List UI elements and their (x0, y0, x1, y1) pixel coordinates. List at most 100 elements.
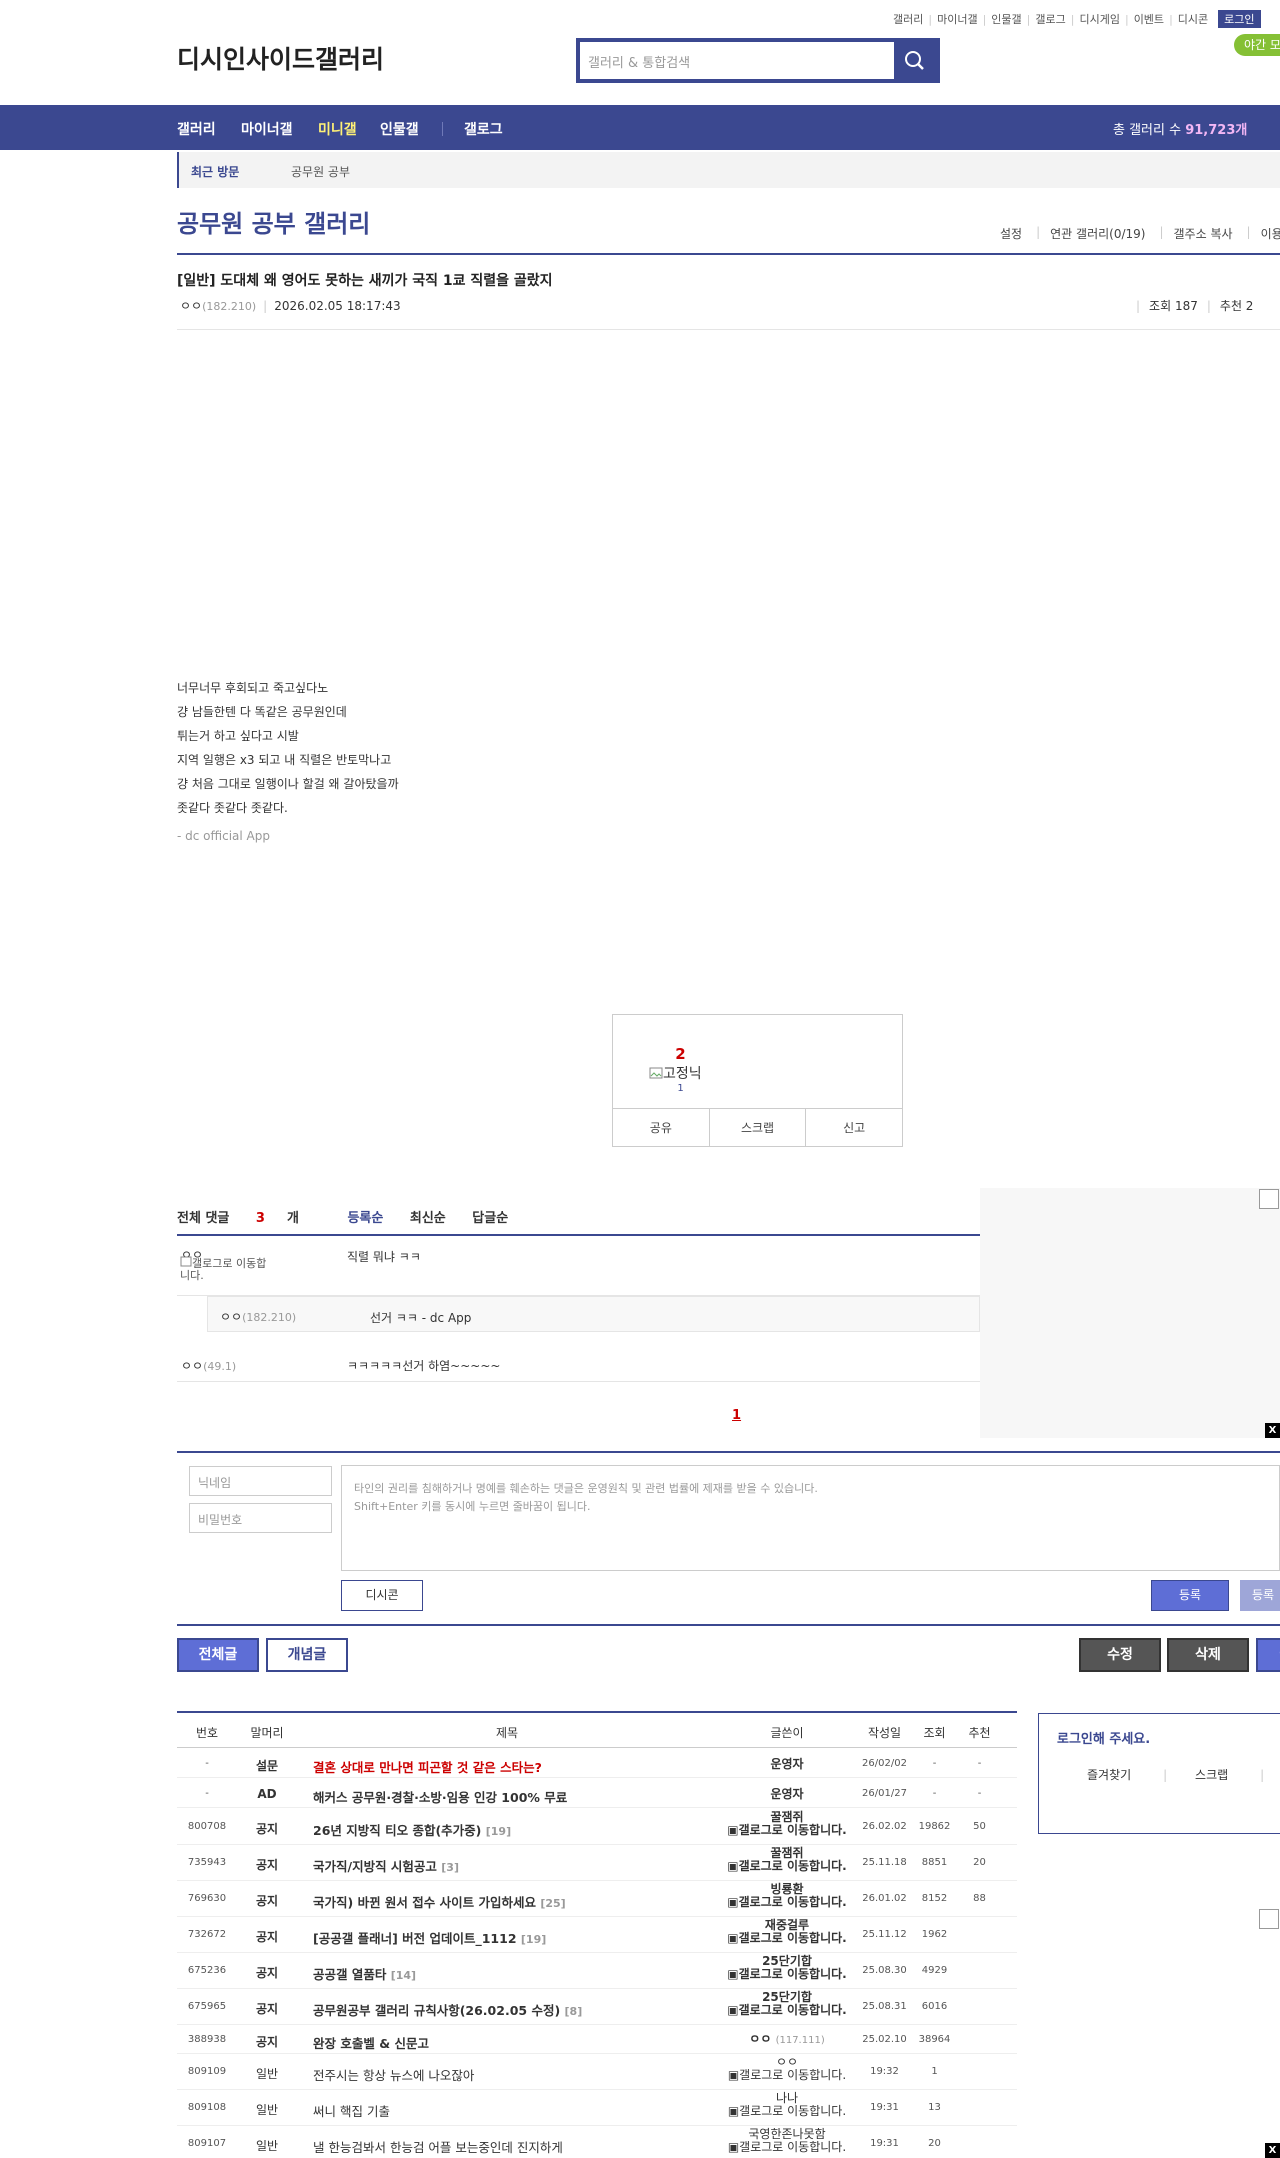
top-link-gallery[interactable]: 갤러리 (893, 11, 923, 27)
post-link[interactable]: 국가직) 바뀐 원서 접수 사이트 가입하세요 [25] (313, 1892, 566, 1911)
comment-textarea[interactable]: 타인의 권리를 침해하거나 명예를 훼손하는 댓글은 운영원칙 및 관련 법률에… (341, 1465, 1280, 1571)
login-button[interactable]: 로그인 (1218, 10, 1261, 28)
report-button[interactable]: 신고 (806, 1109, 902, 1146)
post-link[interactable]: 결혼 상대로 만나면 피곤할 것 같은 스타는? (313, 1757, 542, 1776)
concept-posts-button[interactable]: 개념글 (266, 1638, 348, 1672)
reply-writer[interactable]: ㅇㅇ(182.210) (220, 1308, 296, 1325)
search-button[interactable] (894, 42, 936, 79)
post-writer: ㅇㅇ(182.210) | 2026.02.05 18:17:43 (180, 299, 401, 313)
table-row[interactable]: - AD 해커스 공무원·경찰·소방·임용 인강 100% 무료 운영자 26/… (177, 1779, 1017, 1808)
scrap-link[interactable]: 스크랩 (1195, 1768, 1228, 1782)
top-links: 갤러리 | 마이너갤 | 인물갤 | 갤로그 | 디시게임 | 이벤트 | 디시콘 로그인 (893, 10, 1261, 28)
post-link[interactable]: 전주시는 항상 뉴스에 나오잖아 (313, 2065, 474, 2084)
post-link[interactable]: 해커스 공무원·경찰·소방·임용 인강 100% 무료 (313, 1787, 567, 1806)
comment-register-reply-button[interactable]: 등록 (1240, 1580, 1280, 1611)
table-row[interactable]: 732672 공지 [공공갤 플래너] 버전 업데이트_1112 [19] 재중… (177, 1917, 1017, 1953)
main-nav: 갤러리 마이너갤 미니갤 인물갤 갤로그 총 갤러리 수 91,723개 (0, 105, 1280, 150)
table-row[interactable]: 675236 공지 공공갤 열품타 [14] 25단기합 ▣갤로그로 이동합니다.… (177, 1953, 1017, 1989)
top-link-game[interactable]: 디시게임 (1079, 11, 1119, 27)
writer-cell[interactable]: 25단기합 ▣갤로그로 이동합니다. (717, 1991, 857, 2017)
writer-cell[interactable]: 꿀잼쥐 ▣갤로그로 이동합니다. (717, 1847, 857, 1873)
post-link[interactable]: [공공갤 플래너] 버전 업데이트_1112 [19] (313, 1928, 546, 1947)
sort-reply[interactable]: 답글순 (472, 1211, 508, 1226)
share-button[interactable]: 공유 (613, 1109, 710, 1146)
comment-item: ㅇㅇ 갤로그로 이동합니다. 직렬 뭐냐 ㅋㅋ (177, 1236, 980, 1296)
gallery-title[interactable]: 공무원 공부 갤러리 (177, 204, 370, 239)
site-logo[interactable]: 디시인사이드갤러리 (177, 40, 384, 76)
top-link-gallog[interactable]: 갤로그 (1035, 11, 1065, 27)
gallery-usage[interactable]: 이용 (1261, 225, 1280, 242)
nav-mini[interactable]: 미니갤 (318, 119, 357, 139)
ad-close-button[interactable]: X (1265, 2143, 1280, 2158)
table-row[interactable]: 388938 공지 완장 호출벨 & 신문고 ㅇㅇ (117.111) 25.0… (177, 2025, 1017, 2054)
broken-image-icon (180, 1256, 192, 1267)
post-link[interactable]: 낼 한능검봐서 한능검 어플 보는중인데 진지하게 (313, 2137, 563, 2156)
post-date: 2026.02.05 18:17:43 (274, 299, 401, 313)
recent-item[interactable]: 공무원 공부 (291, 163, 350, 180)
delete-button[interactable]: 삭제 (1167, 1638, 1249, 1672)
writer-cell[interactable]: 국영한존나못함 ▣갤로그로 이동합니다. (717, 2128, 857, 2154)
writer-cell[interactable]: 25단기합 ▣갤로그로 이동합니다. (717, 1955, 857, 1981)
post-link[interactable]: 공공갤 열품타 [14] (313, 1964, 416, 1983)
table-row[interactable]: 735943 공지 국가직/지방직 시험공고 [3] 꿀잼쥐 ▣갤로그로 이동합니… (177, 1845, 1017, 1881)
related-galleries[interactable]: 연관 갤러리(0/19) (1050, 225, 1145, 242)
table-row[interactable]: 675965 공지 공무원공부 갤러리 규칙사항(26.02.05 수정) [8… (177, 1989, 1017, 2025)
writer-cell[interactable]: 재중걸루 ▣갤로그로 이동합니다. (717, 1919, 857, 1945)
edit-button[interactable]: 수정 (1079, 1638, 1161, 1672)
ad-close-button[interactable]: X (1265, 1423, 1280, 1438)
post-link[interactable]: 써니 핵집 기출 (313, 2101, 390, 2120)
nav-person[interactable]: 인물갤 (380, 119, 419, 139)
broken-image-icon (649, 1067, 663, 1079)
top-link-event[interactable]: 이벤트 (1134, 11, 1164, 27)
write-button[interactable]: 글 (1256, 1638, 1280, 1672)
search-input[interactable]: 갤러리 & 통합검색 (580, 42, 894, 79)
sort-register[interactable]: 등록순 (347, 1211, 383, 1226)
table-row[interactable]: - 설문 결혼 상대로 만나면 피곤할 것 같은 스타는? 운영자 26/02/… (177, 1749, 1017, 1778)
comment-writer[interactable]: ㅇㅇ(49.1) (181, 1357, 236, 1374)
recent-label: 최근 방문 (191, 165, 240, 179)
top-link-dccon[interactable]: 디시콘 (1178, 11, 1208, 27)
gallery-settings[interactable]: 설정 (1000, 225, 1022, 242)
table-row[interactable]: 809107 일반 낼 한능검봐서 한능검 어플 보는중인데 진지하게 국영한존… (177, 2126, 1017, 2158)
nav-gallery[interactable]: 갤러리 (177, 119, 216, 139)
all-posts-button[interactable]: 전체글 (177, 1638, 259, 1672)
nav-gallog[interactable]: 갤로그 (464, 119, 503, 139)
dccon-button[interactable]: 디시콘 (341, 1580, 423, 1611)
sort-latest[interactable]: 최신순 (410, 1211, 446, 1226)
post-link[interactable]: 공무원공부 갤러리 규칙사항(26.02.05 수정) [8] (313, 2000, 582, 2019)
nav-minor[interactable]: 마이너갤 (241, 119, 293, 139)
nickname-input[interactable]: 닉네임 (189, 1466, 332, 1496)
writer-cell[interactable]: 꿀잼쥐 ▣갤로그로 이동합니다. (717, 1811, 857, 1837)
night-mode-toggle[interactable]: 야간 모 (1234, 34, 1280, 56)
writer-name[interactable]: ㅇㅇ (180, 299, 202, 313)
post-link[interactable]: 국가직/지방직 시험공고 [3] (313, 1856, 459, 1875)
comment-text: 직렬 뭐냐 ㅋㅋ (347, 1250, 421, 1264)
table-row[interactable]: 809108 일반 써니 핵집 기출 나나 ▣갤로그로 이동합니다. 19:31 … (177, 2090, 1017, 2126)
top-link-person[interactable]: 인물갤 (991, 11, 1021, 27)
top-link-minor[interactable]: 마이너갤 (937, 11, 977, 27)
comment-page-1[interactable]: 1 (732, 1408, 741, 1423)
writer-cell[interactable]: ㅇㅇ ▣갤로그로 이동합니다. (717, 2056, 857, 2082)
password-input[interactable]: 비밀번호 (189, 1503, 332, 1533)
login-prompt[interactable]: 로그인해 주세요. (1057, 1728, 1150, 1747)
post-body: 너무너무 후회되고 죽고싶다노 걍 남들한텐 다 똑같은 공무원인데 튀는거 하… (177, 676, 399, 848)
table-row[interactable]: 769630 공지 국가직) 바뀐 원서 접수 사이트 가입하세요 [25] 빙… (177, 1881, 1017, 1917)
gallog-image[interactable]: 갤로그로 이동합니다. (180, 1256, 270, 1282)
fixed-nick-image[interactable]: 고정닉 (649, 1063, 702, 1083)
favorites-link[interactable]: 즐겨찾기 (1087, 1768, 1131, 1782)
writer-cell[interactable]: 빙룡환 ▣갤로그로 이동합니다. (717, 1883, 857, 1909)
post-link[interactable]: 26년 지방직 티오 종합(추가중) [19] (313, 1820, 511, 1839)
recommend-box: 2 고정닉 1 공유 스크랩 신고 (612, 1014, 903, 1147)
post-stats: | 조회 187 | 추천 2 (1136, 299, 1254, 313)
title-divider (177, 253, 1280, 255)
writer-cell[interactable]: ㅇㅇ (117.111) (717, 2033, 857, 2047)
table-row[interactable]: 809109 일반 전주시는 항상 뉴스에 나오잖아 ㅇㅇ ▣갤로그로 이동합니다… (177, 2054, 1017, 2090)
side-ad-2[interactable]: X (980, 1908, 1280, 2158)
side-ad[interactable]: X (980, 1188, 1280, 1438)
copy-gallery-url[interactable]: 갤주소 복사 (1174, 225, 1233, 242)
scrap-button[interactable]: 스크랩 (710, 1109, 807, 1146)
writer-cell[interactable]: 나나 ▣갤로그로 이동합니다. (717, 2092, 857, 2118)
table-row[interactable]: 800708 공지 26년 지방직 티오 종합(추가중) [19] 꿀잼쥐 ▣갤로… (177, 1809, 1017, 1845)
comment-register-button[interactable]: 등록 (1151, 1580, 1229, 1611)
post-link[interactable]: 완장 호출벨 & 신문고 (313, 2033, 429, 2052)
